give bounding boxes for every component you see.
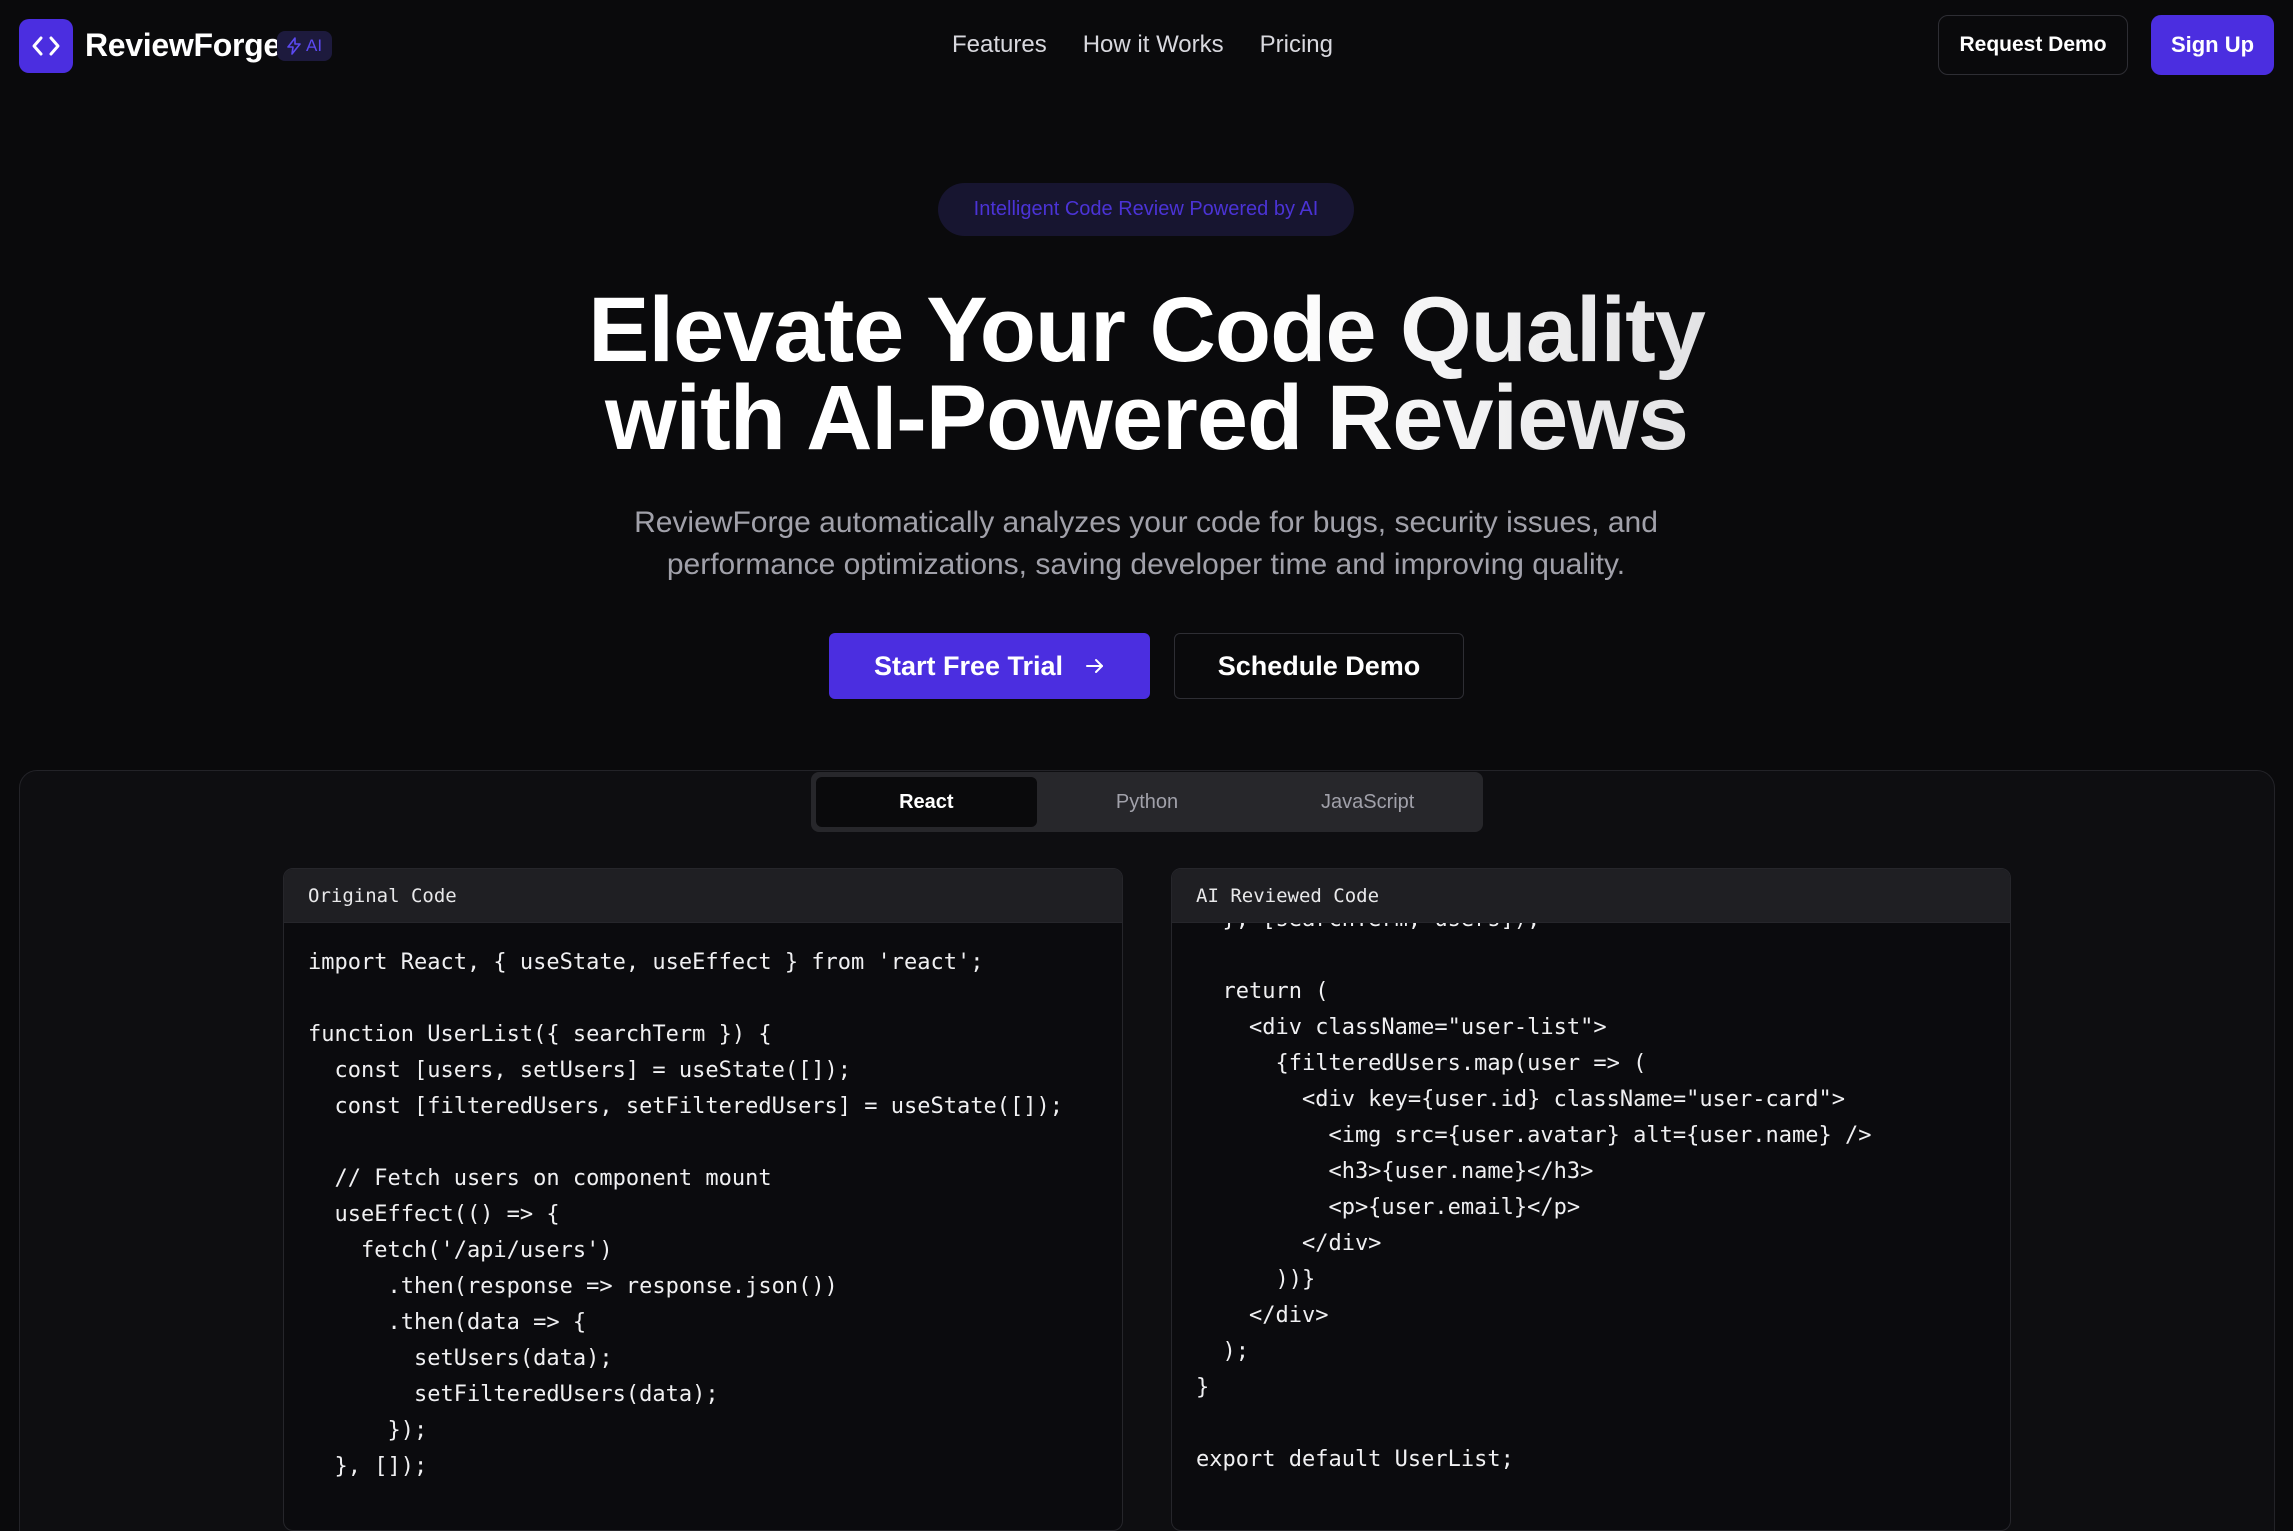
top-nav: ReviewForge AI Features How it Works Pri… bbox=[0, 0, 2293, 92]
nav-link-how-it-works[interactable]: How it Works bbox=[1083, 31, 1224, 59]
hero-pill-badge: Intelligent Code Review Powered by AI bbox=[938, 183, 1354, 236]
code-line: .then(data => { bbox=[308, 1310, 587, 1335]
original-code-scroll[interactable]: import React, { useState, useEffect } fr… bbox=[284, 923, 1122, 1530]
original-code-lines: import React, { useState, useEffect } fr… bbox=[308, 945, 1063, 1521]
nav-links: Features How it Works Pricing bbox=[952, 31, 1333, 59]
code-line: {filteredUsers.map(user => ( bbox=[1196, 1051, 1647, 1076]
schedule-demo-button[interactable]: Schedule Demo bbox=[1174, 633, 1464, 699]
code-line: setFilteredUsers(data); bbox=[308, 1382, 719, 1407]
sign-up-button[interactable]: Sign Up bbox=[2151, 15, 2274, 75]
start-free-trial-button[interactable]: Start Free Trial bbox=[829, 633, 1150, 699]
code-line: return ( bbox=[1196, 979, 1329, 1004]
headline-line-2: with AI-Powered Reviews bbox=[605, 367, 1688, 469]
lightning-icon bbox=[287, 37, 301, 55]
code-line: <h3>{user.name}</h3> bbox=[1196, 1159, 1594, 1184]
language-tabs: React Python JavaScript bbox=[811, 772, 1483, 832]
code-line: } bbox=[1196, 1375, 1210, 1400]
reviewed-code-scroll[interactable]: }, [searchTerm, users]); return ( <div c… bbox=[1172, 923, 2010, 1530]
code-line: const [users, setUsers] = useState([]); bbox=[308, 1058, 852, 1083]
code-line: import React, { useState, useEffect } fr… bbox=[308, 950, 984, 975]
code-line: </div> bbox=[1196, 1303, 1329, 1328]
nav-link-pricing[interactable]: Pricing bbox=[1260, 31, 1333, 59]
code-line: .then(response => response.json()) bbox=[308, 1274, 838, 1299]
original-code-title: Original Code bbox=[284, 869, 1122, 923]
arrow-right-icon bbox=[1086, 659, 1104, 673]
start-free-trial-label: Start Free Trial bbox=[873, 650, 1064, 681]
code-line: setUsers(data); bbox=[308, 1346, 613, 1371]
code-brackets-svg bbox=[32, 36, 60, 56]
code-line: }, [searchTerm, users]); bbox=[1196, 923, 1872, 938]
tab-javascript[interactable]: JavaScript bbox=[1257, 777, 1478, 827]
code-brackets-icon[interactable] bbox=[19, 19, 73, 73]
code-line: // Fetch users on component mount bbox=[308, 1166, 772, 1191]
code-line: export default UserList; bbox=[1196, 1447, 1514, 1472]
code-line: ); bbox=[1196, 1339, 1249, 1364]
reviewed-code-lines: }, [searchTerm, users]); return ( <div c… bbox=[1196, 923, 1872, 1478]
original-code-card: Original Code import React, { useState, … bbox=[283, 868, 1123, 1531]
code-line: ))} bbox=[1196, 1267, 1316, 1292]
request-demo-button[interactable]: Request Demo bbox=[1938, 15, 2128, 75]
ai-badge: AI bbox=[277, 31, 333, 61]
hero-headline: Elevate Your Code Quality with AI-Powere… bbox=[0, 286, 2293, 462]
code-line: const [filteredUsers, setFilteredUsers] … bbox=[308, 1094, 1063, 1119]
code-line: <div className="user-list"> bbox=[1196, 1015, 1607, 1040]
code-line: fetch('/api/users') bbox=[308, 1238, 613, 1263]
code-line: }); bbox=[308, 1418, 428, 1443]
code-line: </div> bbox=[1196, 1231, 1382, 1256]
code-line: <p>{user.email}</p> bbox=[1196, 1195, 1581, 1220]
hero-subhead: ReviewForge automatically analyzes your … bbox=[634, 506, 1658, 581]
reviewed-code-card: AI Reviewed Code }, [searchTerm, users])… bbox=[1171, 868, 2011, 1531]
code-line: }, []); bbox=[308, 1454, 428, 1479]
nav-link-features[interactable]: Features bbox=[952, 31, 1047, 59]
code-line: useEffect(() => { bbox=[308, 1202, 560, 1227]
tab-python[interactable]: Python bbox=[1037, 777, 1258, 827]
ai-badge-label: AI bbox=[306, 36, 323, 55]
brand-name[interactable]: ReviewForge bbox=[85, 27, 281, 64]
code-line: <div key={user.id} className="user-card"… bbox=[1196, 1087, 1846, 1112]
headline-line-1: Elevate Your Code Quality bbox=[588, 279, 1705, 381]
tab-react[interactable]: React bbox=[816, 777, 1037, 827]
reviewed-code-title: AI Reviewed Code bbox=[1172, 869, 2010, 923]
code-line: <img src={user.avatar} alt={user.name} /… bbox=[1196, 1123, 1872, 1148]
landing-page: ReviewForge AI Features How it Works Pri… bbox=[0, 0, 2293, 1531]
code-line: function UserList({ searchTerm }) { bbox=[308, 1022, 772, 1047]
